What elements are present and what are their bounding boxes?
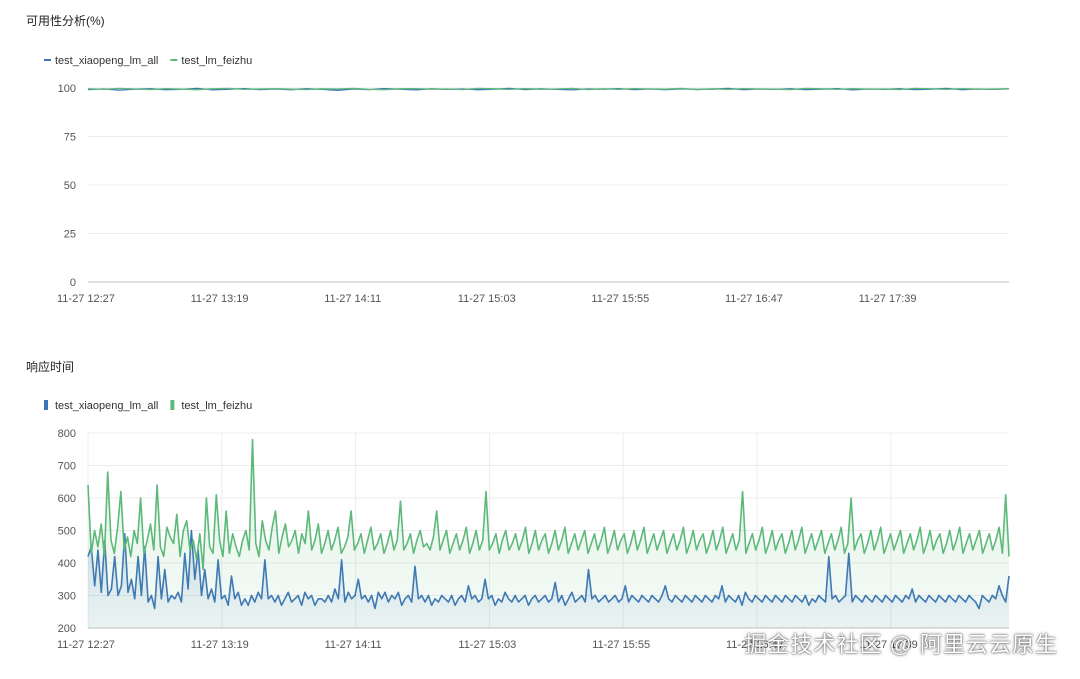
x-tick-label: 11-27 13:19: [191, 293, 249, 305]
x-tick-label: 11-27 12:27: [57, 293, 115, 305]
x-tick-label: 11-27 14:11: [324, 293, 381, 305]
y-tick-label: 0: [70, 277, 76, 289]
y-tick-label: 700: [58, 461, 76, 473]
x-tick-label: 11-27 15:03: [458, 639, 516, 651]
legend-item-test_xiaopeng_lm_all[interactable]: test_xiaopeng_lm_all: [44, 400, 158, 412]
x-tick-label: 11-27 13:19: [191, 639, 249, 651]
x-tick-label: 11-27 12:27: [57, 639, 115, 651]
legend-item-test_lm_feizhu[interactable]: test_lm_feizhu: [170, 55, 252, 67]
legend-label: test_lm_feizhu: [181, 400, 252, 412]
x-tick-label: 11-27 15:03: [458, 293, 516, 305]
x-tick-label: 11-27 14:11: [325, 639, 382, 651]
x-tick-label: 11-27 16:47: [725, 293, 783, 305]
legend-label: test_xiaopeng_lm_all: [55, 400, 158, 412]
legend-swatch: [44, 400, 48, 410]
y-tick-label: 200: [58, 623, 76, 635]
legend-swatch: [170, 400, 175, 410]
y-tick-label: 25: [64, 229, 76, 241]
legend-label: test_xiaopeng_lm_all: [55, 55, 158, 67]
y-tick-label: 100: [58, 83, 76, 95]
legend-item-test_xiaopeng_lm_all[interactable]: test_xiaopeng_lm_all: [44, 55, 158, 67]
watermark-text: 掘金技术社区 @ 阿里云云原生: [744, 632, 1058, 657]
availability-chart: 0 25 50 75 100 11-27 12:27 11-27 13:19 11-27 14…: [44, 55, 1010, 305]
y-tick-label: 75: [64, 132, 76, 144]
y-tick-label: 500: [58, 526, 76, 538]
y-tick-label: 300: [58, 591, 76, 603]
y-tick-label: 600: [58, 493, 76, 505]
x-tick-label: 11-27 17:39: [859, 293, 917, 305]
y-tick-label: 800: [58, 428, 76, 440]
y-tick-label: 50: [64, 180, 76, 192]
y-tick-label: 400: [58, 558, 76, 570]
legend-label: test_lm_feizhu: [181, 55, 252, 67]
x-tick-label: 11-27 15:55: [591, 293, 649, 305]
x-tick-label: 11-27 15:55: [592, 639, 650, 651]
legend-item-test_lm_feizhu[interactable]: test_lm_feizhu: [170, 400, 252, 412]
